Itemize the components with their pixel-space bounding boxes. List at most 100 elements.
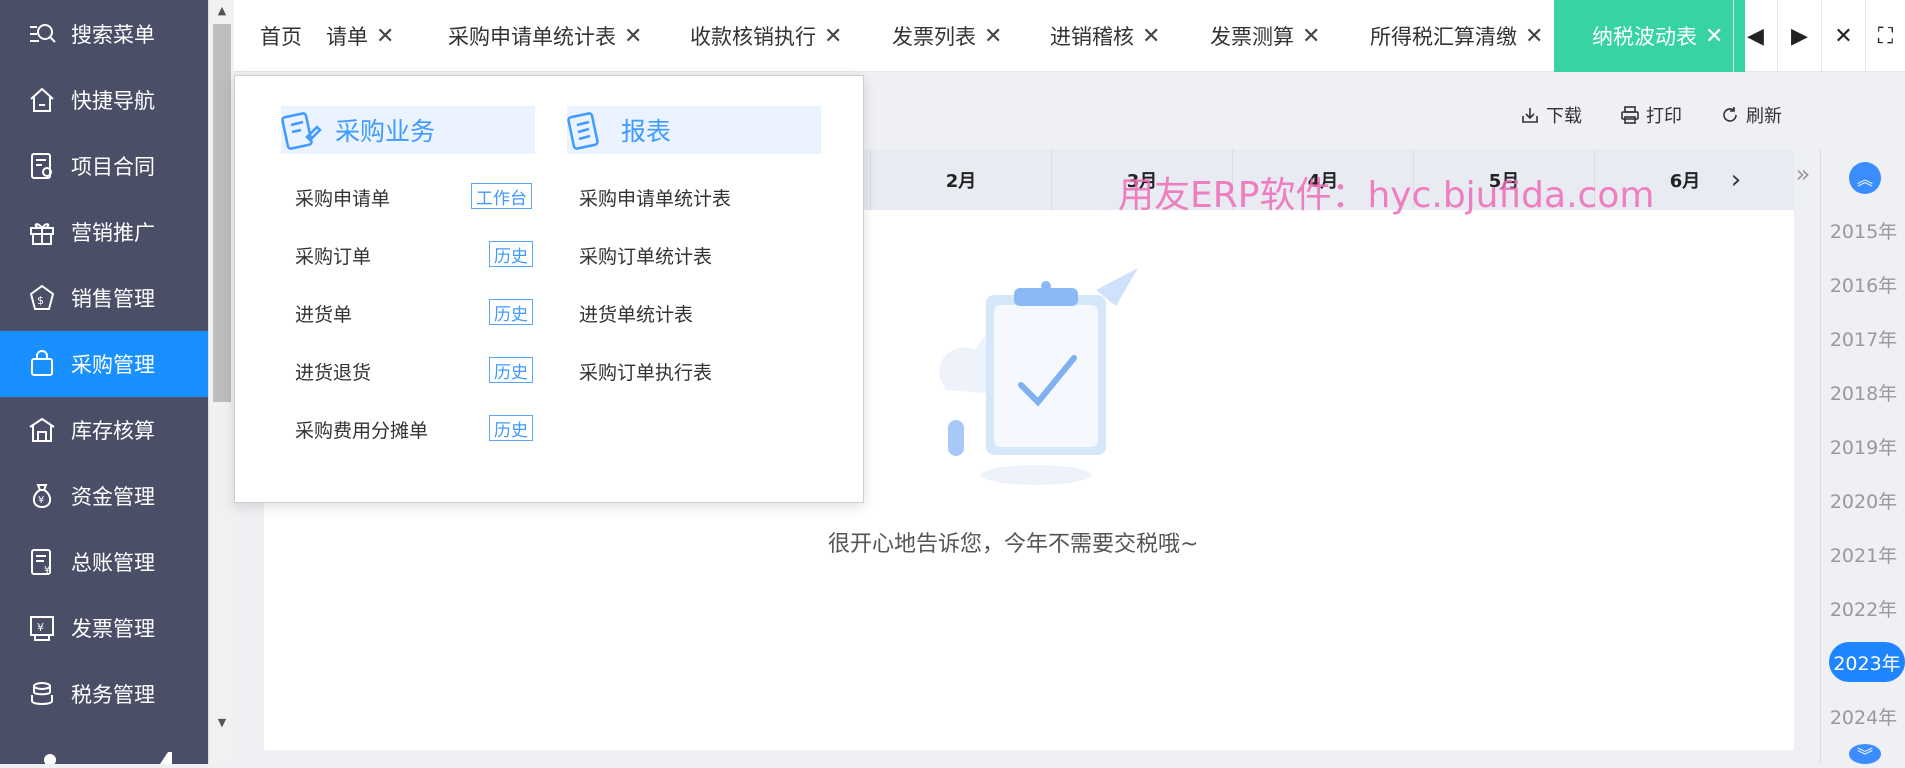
tab-invoice-calc[interactable]: 发票测算 ✕ bbox=[1210, 0, 1320, 72]
watermark: 用友ERP软件：hyc.bjufida.com bbox=[1118, 175, 1655, 216]
tab-next-button[interactable]: ▶ bbox=[1777, 0, 1821, 72]
badge-history[interactable]: 历史 bbox=[489, 357, 533, 383]
sidebar-bottom-icons bbox=[0, 740, 208, 766]
close-icon[interactable]: ✕ bbox=[1705, 24, 1723, 49]
sidebar-item-label: 快捷导航 bbox=[71, 89, 155, 113]
tab-bar: 首页 请单 ✕ 采购申请单统计表 ✕ 收款核销执行 ✕ 发票列表 ✕ 进销稽核 ✕ 发票测… bbox=[234, 0, 1905, 72]
menu-item-purchase-request[interactable]: 采购申请单 bbox=[295, 184, 390, 211]
shopping-bag-icon bbox=[25, 347, 59, 381]
tab-audit[interactable]: 进销稽核 ✕ bbox=[1050, 0, 1160, 72]
year-item[interactable]: 2016年 bbox=[1821, 264, 1905, 304]
sidebar-scrollbar[interactable]: ▲ ▼ bbox=[208, 0, 234, 764]
year-item[interactable]: 2020年 bbox=[1821, 480, 1905, 520]
sidebar-item-purchase[interactable]: 采购管理 bbox=[0, 331, 208, 397]
collapse-panel-button[interactable]: » bbox=[1790, 150, 1816, 198]
tab-label: 纳税波动表 bbox=[1592, 25, 1697, 49]
sales-icon: $ bbox=[25, 281, 59, 315]
year-item[interactable]: 2015年 bbox=[1821, 210, 1905, 250]
sidebar-item-quick-nav[interactable]: 快捷导航 bbox=[0, 67, 208, 133]
tab-invoice-list[interactable]: 发票列表 ✕ bbox=[892, 0, 1002, 72]
close-icon[interactable]: ✕ bbox=[1525, 24, 1543, 49]
scroll-up-icon[interactable]: ▲ bbox=[209, 0, 235, 22]
tab-request[interactable]: 请单 ✕ bbox=[326, 0, 394, 72]
printer-icon bbox=[1621, 106, 1639, 124]
badge-history[interactable]: 历史 bbox=[489, 299, 533, 325]
year-up-button[interactable]: ︽ bbox=[1849, 162, 1881, 194]
year-item-active[interactable]: 2023年 bbox=[1829, 642, 1905, 682]
menu-item-receipt-stats[interactable]: 进货单统计表 bbox=[579, 300, 693, 327]
tab-label: 进销稽核 bbox=[1050, 25, 1134, 49]
fullscreen-icon: ⛶ bbox=[1877, 23, 1894, 49]
close-icon[interactable]: ✕ bbox=[984, 24, 1002, 49]
sidebar-item-label: 库存核算 bbox=[71, 419, 155, 443]
menu-item-cost-allocation[interactable]: 采购费用分摊单 bbox=[295, 416, 428, 443]
group-header-purchase-business: 采购业务 bbox=[281, 106, 535, 154]
caret-left-icon: ◀ bbox=[1747, 23, 1764, 49]
year-item[interactable]: 2017年 bbox=[1821, 318, 1905, 358]
sidebar-item-label: 营销推广 bbox=[71, 221, 155, 245]
close-icon[interactable]: ✕ bbox=[1142, 24, 1160, 49]
svg-text:¥: ¥ bbox=[44, 565, 50, 576]
tab-prev-button[interactable]: ◀ bbox=[1733, 0, 1777, 72]
year-item[interactable]: 2022年 bbox=[1821, 588, 1905, 628]
sidebar-item-invoice[interactable]: ¥ 发票管理 bbox=[0, 595, 208, 661]
close-icon[interactable]: ✕ bbox=[824, 24, 842, 49]
sidebar: 搜索菜单 快捷导航 项目合同 营销推广 $ 销售管理 采购管理 库存核算 ¥ 资… bbox=[0, 0, 208, 766]
download-label: 下载 bbox=[1546, 106, 1582, 127]
double-chevron-up-icon: ︽ bbox=[1856, 170, 1873, 189]
menu-item-goods-receipt[interactable]: 进货单 bbox=[295, 300, 352, 327]
sidebar-item-label: 搜索菜单 bbox=[71, 23, 155, 47]
year-selector: ︽ 2015年 2016年 2017年 2018年 2019年 2020年 20… bbox=[1820, 150, 1905, 765]
caret-right-icon: ▶ bbox=[1791, 23, 1808, 49]
year-down-button[interactable]: ︾ bbox=[1849, 744, 1881, 765]
badge-history[interactable]: 历史 bbox=[489, 415, 533, 441]
sidebar-item-label: 资金管理 bbox=[71, 485, 155, 509]
ledger-icon: ¥ bbox=[25, 545, 59, 579]
money-bag-icon: ¥ bbox=[25, 479, 59, 513]
year-item[interactable]: 2019年 bbox=[1821, 426, 1905, 466]
sidebar-item-tax[interactable]: 税务管理 bbox=[0, 661, 208, 727]
sidebar-item-inventory[interactable]: 库存核算 bbox=[0, 397, 208, 463]
chevron-right-icon: › bbox=[1730, 165, 1742, 195]
sidebar-item-label: 发票管理 bbox=[71, 617, 155, 641]
year-item[interactable]: 2018年 bbox=[1821, 372, 1905, 412]
close-icon[interactable]: ✕ bbox=[376, 24, 394, 49]
menu-item-order-stats[interactable]: 采购订单统计表 bbox=[579, 242, 712, 269]
download-button[interactable]: 下载 bbox=[1520, 100, 1582, 130]
sidebar-item-sales[interactable]: $ 销售管理 bbox=[0, 265, 208, 331]
empty-state-message: 很开心地告诉您，今年不需要交税哦~ bbox=[828, 532, 1199, 557]
print-button[interactable]: 打印 bbox=[1620, 100, 1682, 130]
close-icon[interactable]: ✕ bbox=[1302, 24, 1320, 49]
menu-item-purchase-return[interactable]: 进货退货 bbox=[295, 358, 371, 385]
sidebar-item-project-contract[interactable]: 项目合同 bbox=[0, 133, 208, 199]
tab-receipt-writeoff[interactable]: 收款核销执行 ✕ bbox=[690, 0, 842, 72]
refresh-button[interactable]: 刷新 bbox=[1720, 100, 1782, 130]
sidebar-item-general-ledger[interactable]: ¥ 总账管理 bbox=[0, 529, 208, 595]
fullscreen-button[interactable]: ⛶ bbox=[1865, 0, 1905, 72]
sidebar-item-marketing[interactable]: 营销推广 bbox=[0, 199, 208, 265]
month-next-button[interactable]: › bbox=[1722, 150, 1750, 210]
scrollbar-thumb[interactable] bbox=[213, 24, 231, 402]
tab-purchase-request-stats[interactable]: 采购申请单统计表 ✕ bbox=[448, 0, 642, 72]
tab-income-tax[interactable]: 所得税汇算清缴 ✕ bbox=[1370, 0, 1543, 72]
badge-workbench[interactable]: 工作台 bbox=[471, 183, 532, 209]
close-icon[interactable]: ✕ bbox=[624, 24, 642, 49]
sidebar-item-search-menu[interactable]: 搜索菜单 bbox=[0, 1, 208, 67]
menu-item-purchase-order[interactable]: 采购订单 bbox=[295, 242, 371, 269]
tab-tax-fluctuation[interactable]: 纳税波动表 ✕ bbox=[1554, 0, 1746, 72]
close-icon: ✕ bbox=[1834, 23, 1853, 49]
tab-label: 采购申请单统计表 bbox=[448, 25, 616, 49]
tab-home[interactable]: 首页 bbox=[260, 0, 302, 72]
badge-history[interactable]: 历史 bbox=[489, 241, 533, 267]
sidebar-item-funds[interactable]: ¥ 资金管理 bbox=[0, 463, 208, 529]
close-all-tabs-button[interactable]: ✕ bbox=[1821, 0, 1865, 72]
year-item[interactable]: 2024年 bbox=[1821, 696, 1905, 736]
clipboard-edit-icon bbox=[281, 112, 322, 150]
menu-item-order-execution[interactable]: 采购订单执行表 bbox=[579, 358, 712, 385]
settings-icon bbox=[44, 754, 56, 766]
year-item[interactable]: 2021年 bbox=[1821, 534, 1905, 574]
menu-item-request-stats[interactable]: 采购申请单统计表 bbox=[579, 184, 731, 211]
month-feb[interactable]: 2月 bbox=[870, 150, 1051, 210]
scroll-down-icon[interactable]: ▼ bbox=[209, 712, 235, 734]
sidebar-item-label: 总账管理 bbox=[71, 551, 155, 575]
